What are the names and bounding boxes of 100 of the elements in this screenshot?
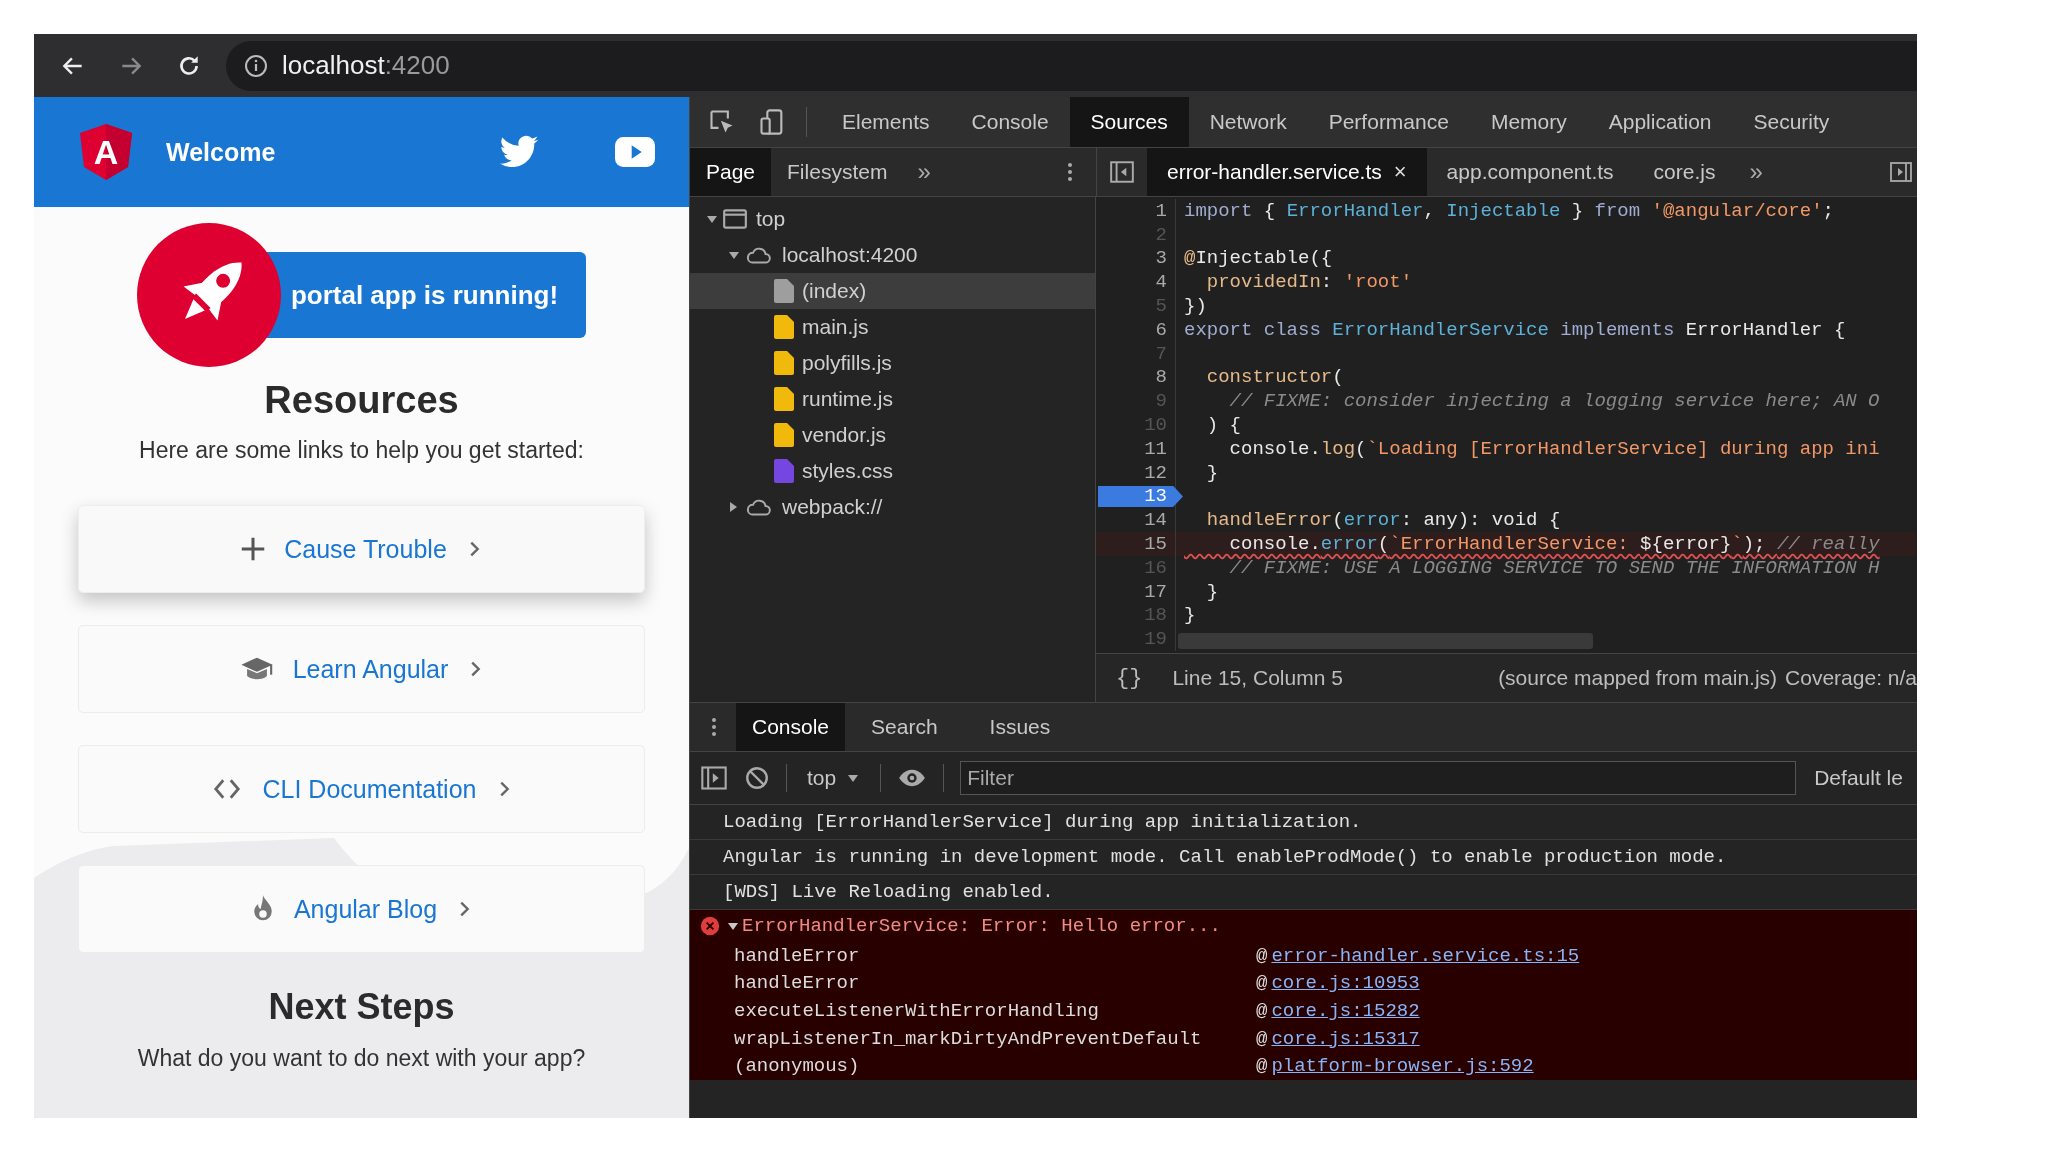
- stack-link[interactable]: core.js:15317: [1271, 1027, 1420, 1050]
- devtools-tab[interactable]: Console: [950, 97, 1070, 147]
- line-number: 13: [1144, 485, 1167, 508]
- code-line: providedIn: 'root': [1205, 271, 1413, 294]
- line-number: 1: [1155, 199, 1167, 222]
- sidebar-toggle-icon[interactable]: [700, 764, 728, 792]
- drawer-tab[interactable]: Console: [736, 703, 846, 751]
- code-line: export class ErrorHandlerService implements ErrorHandler {: [1183, 318, 1846, 341]
- at-sign: @: [1256, 1027, 1268, 1050]
- code-line: console.log(`Loading [ErrorHandlerService] during app ini: [1228, 437, 1880, 460]
- at-sign: @: [1256, 1055, 1268, 1078]
- tree-item[interactable]: localhost:4200: [782, 243, 918, 267]
- tree-item[interactable]: vendor.js: [802, 423, 887, 447]
- file-tab[interactable]: core.js: [1633, 148, 1736, 196]
- stack-link[interactable]: platform-browser.js:592: [1271, 1055, 1534, 1078]
- line-number: 14: [1144, 509, 1167, 532]
- app-title: Welcome: [166, 137, 277, 167]
- code-line: }: [1183, 604, 1196, 627]
- devtools-tab[interactable]: Sources: [1069, 97, 1189, 147]
- rocket-icon: [136, 223, 281, 367]
- code-line: import { ErrorHandler, Injectable } from '@angular/core';: [1183, 199, 1834, 222]
- source-link[interactable]: main.js: [1703, 666, 1771, 689]
- more-tabs-button[interactable]: »: [1735, 148, 1777, 196]
- code-line: }: [1205, 461, 1219, 484]
- link-card[interactable]: CLI Documentation: [78, 745, 645, 833]
- drawer-tab[interactable]: Search: [845, 703, 964, 751]
- line-number: 17: [1144, 580, 1167, 603]
- info-icon: [244, 53, 268, 78]
- section-heading: Resources: [264, 378, 459, 423]
- at-sign: @: [1256, 944, 1268, 967]
- file-tab[interactable]: error-handler.service.ts ×: [1147, 148, 1427, 196]
- devtools-tab[interactable]: Memory: [1469, 97, 1588, 147]
- section-subtitle: Here are some links to help you get started:: [139, 436, 584, 465]
- code-line: }): [1183, 295, 1207, 318]
- line-number: 11: [1144, 437, 1167, 460]
- filter-field[interactable]: Filter: [960, 761, 1797, 795]
- code-line: ) {: [1205, 414, 1241, 437]
- tree-item[interactable]: (index): [802, 279, 867, 303]
- clear-console-icon[interactable]: [744, 765, 770, 791]
- panel-toggle-icon[interactable]: [1109, 159, 1135, 185]
- file-tab[interactable]: app.component.ts: [1426, 148, 1634, 196]
- stack-function: handleError: [734, 944, 860, 967]
- levels-dropdown[interactable]: Default le: [1814, 766, 1903, 790]
- stack-link[interactable]: core.js:10953: [1271, 972, 1420, 995]
- panel-toggle-icon[interactable]: [1889, 159, 1913, 185]
- angular-logo: A: [80, 124, 132, 180]
- breakpoint-marker[interactable]: [1098, 485, 1183, 508]
- navigator-tab[interactable]: Filesystem: [771, 148, 904, 196]
- navigator-tab[interactable]: Page: [690, 148, 772, 196]
- coverage-text: Coverage: n/a: [1785, 666, 1917, 690]
- stack-link[interactable]: core.js:15282: [1271, 1000, 1420, 1022]
- stack-link[interactable]: error-handler.service.ts:15: [1271, 944, 1580, 967]
- code-line: // FIXME: USE A LOGGING SERVICE TO SEND THE INFORMATION H: [1228, 556, 1880, 579]
- devtools-tab[interactable]: Performance: [1307, 97, 1470, 147]
- at-sign: @: [1256, 1000, 1268, 1022]
- console-message: Loading [ErrorHandlerService] during app initialization.: [723, 811, 1362, 833]
- close-button[interactable]: ×: [1393, 159, 1407, 185]
- code-line: constructor(: [1205, 366, 1344, 389]
- format-button[interactable]: {}: [1108, 665, 1151, 691]
- link-card[interactable]: Cause Trouble: [78, 505, 645, 593]
- stack-function: executeListenerWithErrorHandling: [734, 1000, 1099, 1022]
- devtools-tab[interactable]: Elements: [821, 97, 951, 147]
- code-line: // FIXME: consider injecting a logging service here; AN O: [1228, 390, 1880, 413]
- tree-item[interactable]: polyfills.js: [802, 351, 892, 375]
- error-icon: [700, 916, 720, 936]
- link-card[interactable]: Angular Blog: [78, 865, 645, 953]
- frame-icon: [722, 206, 748, 232]
- stack-function: (anonymous): [734, 1055, 860, 1078]
- console-message: [WDS] Live Reloading enabled.: [723, 881, 1054, 903]
- line-number: 3: [1155, 247, 1167, 270]
- link-card[interactable]: Learn Angular: [78, 625, 645, 713]
- address-bar[interactable]: localhost:4200: [226, 40, 1917, 91]
- error-message: ErrorHandlerService: Error: Hello error...: [742, 915, 1221, 937]
- cursor-position: Line 15, Column 5: [1172, 666, 1344, 690]
- scrollbar[interactable]: [1178, 633, 1593, 649]
- stack-function: handleError: [734, 972, 860, 995]
- tree-item[interactable]: styles.css: [802, 459, 893, 483]
- line-number: 8: [1155, 366, 1167, 389]
- drawer-tab[interactable]: Issues: [963, 703, 1077, 751]
- at-sign: @: [1256, 972, 1268, 995]
- code-line: console.error(`ErrorHandlerService: ${error}`); // really: [1228, 533, 1880, 556]
- tree-item[interactable]: webpack://: [782, 495, 883, 519]
- source-map-text: (source mapped from main.js): [1498, 666, 1778, 690]
- console-message: Angular is running in development mode. Call enableProdMode() to enable production mode.: [723, 846, 1727, 868]
- devtools-tab[interactable]: Application: [1587, 97, 1733, 147]
- tree-item[interactable]: main.js: [802, 315, 869, 339]
- line-number: 6: [1155, 318, 1167, 341]
- line-number: 4: [1155, 271, 1167, 294]
- url-text: localhost:4200: [282, 50, 450, 81]
- section-heading: Next Steps: [268, 985, 455, 1029]
- context-dropdown[interactable]: top: [803, 766, 865, 790]
- more-tabs-button[interactable]: »: [903, 148, 945, 196]
- code-line: @Injectable({: [1183, 247, 1333, 270]
- line-number: 15: [1144, 533, 1167, 556]
- tree-item[interactable]: top: [756, 207, 786, 231]
- tree-item[interactable]: runtime.js: [802, 387, 894, 411]
- stack-function: wrapListenerIn_markDirtyAndPreventDefault: [734, 1027, 1202, 1050]
- code-line: }: [1205, 580, 1219, 603]
- devtools-tab[interactable]: Security: [1732, 97, 1851, 147]
- devtools-tab[interactable]: Network: [1188, 97, 1308, 147]
